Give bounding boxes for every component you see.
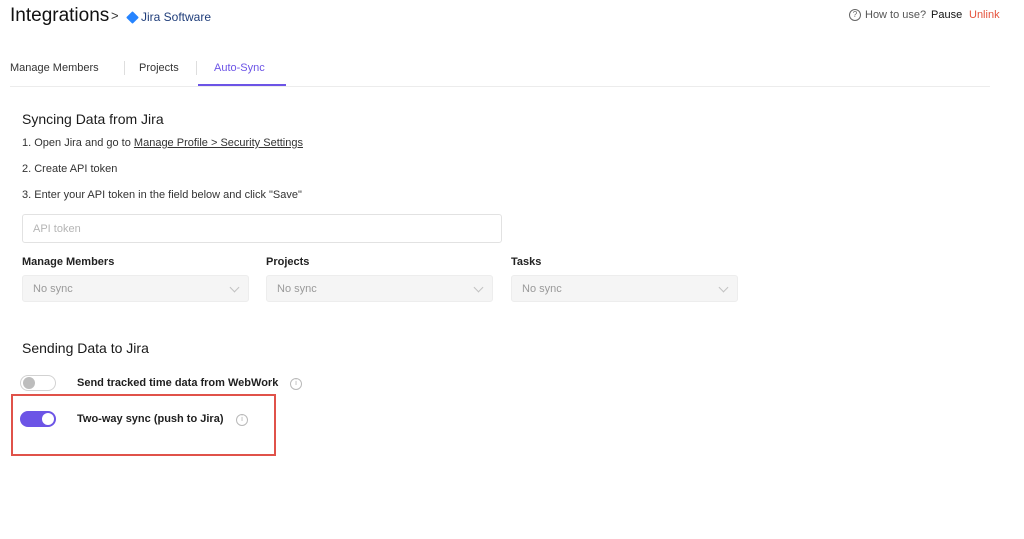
info-icon[interactable]: i	[290, 378, 302, 390]
projects-select-value: No sync	[277, 282, 317, 295]
tab-projects[interactable]: Projects	[139, 62, 179, 74]
send-tracked-time-toggle[interactable]	[20, 375, 56, 391]
chevron-down-icon	[718, 282, 729, 292]
manage-members-select[interactable]: No sync	[22, 275, 249, 302]
breadcrumb-separator: >	[111, 8, 119, 23]
projects-label: Projects	[266, 256, 310, 268]
how-to-use-link[interactable]: ? How to use?	[849, 9, 926, 21]
breadcrumb[interactable]: Jira Software	[126, 10, 212, 24]
tab-bar: Manage Members Projects Auto-Sync	[10, 58, 990, 87]
tab-auto-sync[interactable]: Auto-Sync	[214, 62, 265, 74]
step-3: 3. Enter your API token in the field bel…	[22, 189, 302, 201]
step-1-text: 1. Open Jira and go to	[22, 137, 134, 149]
manage-members-select-value: No sync	[33, 282, 73, 295]
breadcrumb-jira-software: Jira Software	[141, 10, 212, 24]
step-2: 2. Create API token	[22, 163, 118, 175]
send-tracked-time-label: Send tracked time data from WebWork	[77, 377, 279, 389]
jira-logo-icon	[126, 10, 139, 24]
syncing-heading: Syncing Data from Jira	[22, 111, 164, 127]
sending-heading: Sending Data to Jira	[22, 340, 149, 356]
security-settings-link[interactable]: Manage Profile > Security Settings	[134, 137, 303, 149]
toggle-knob	[23, 377, 35, 389]
page-title: Integrations	[10, 5, 110, 26]
chat-help-icon: ?	[849, 9, 861, 21]
unlink-button[interactable]: Unlink	[969, 9, 1000, 21]
tab-divider	[196, 61, 197, 75]
tab-manage-members[interactable]: Manage Members	[10, 62, 99, 74]
chevron-down-icon	[473, 282, 484, 292]
how-to-use-label: How to use?	[865, 9, 927, 21]
manage-members-label: Manage Members	[22, 256, 115, 268]
tasks-label: Tasks	[511, 256, 542, 268]
tab-divider	[124, 61, 125, 75]
pause-button[interactable]: Pause	[931, 9, 962, 21]
step-1: 1. Open Jira and go to Manage Profile > …	[22, 137, 303, 149]
tasks-select[interactable]: No sync	[511, 275, 738, 302]
tasks-select-value: No sync	[522, 282, 562, 295]
active-tab-indicator	[198, 84, 286, 86]
api-token-input[interactable]	[22, 214, 502, 243]
highlight-box	[11, 394, 276, 456]
chevron-down-icon	[229, 282, 240, 292]
projects-select[interactable]: No sync	[266, 275, 493, 302]
